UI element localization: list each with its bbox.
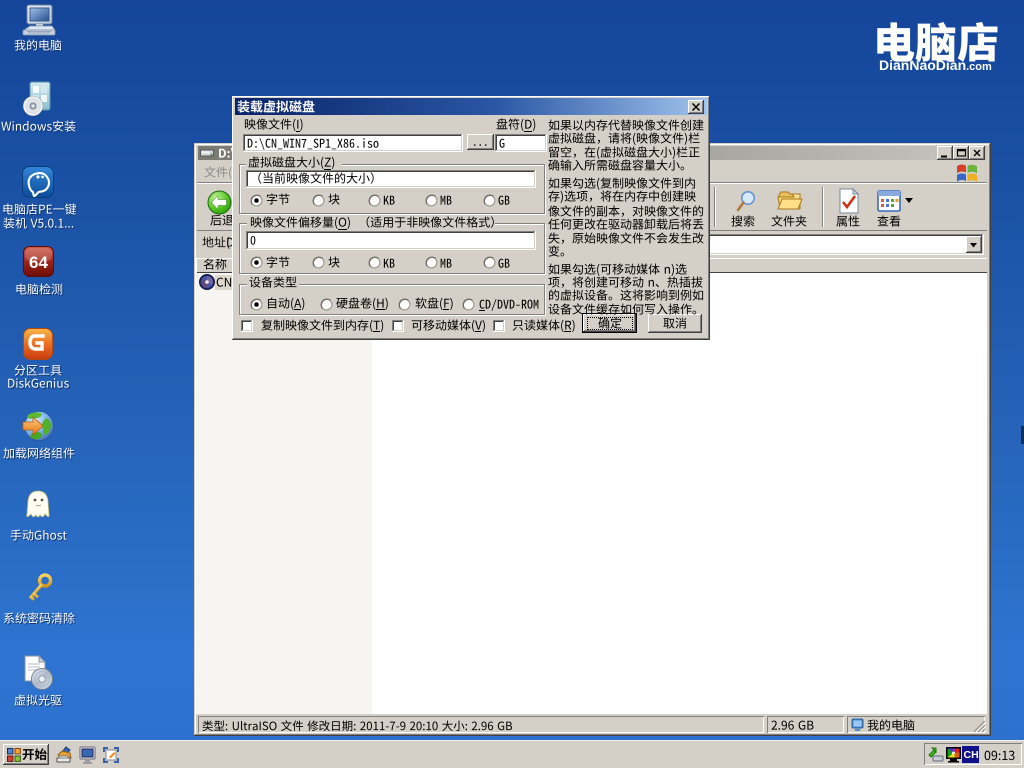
svg-text:64: 64 [29,253,48,272]
